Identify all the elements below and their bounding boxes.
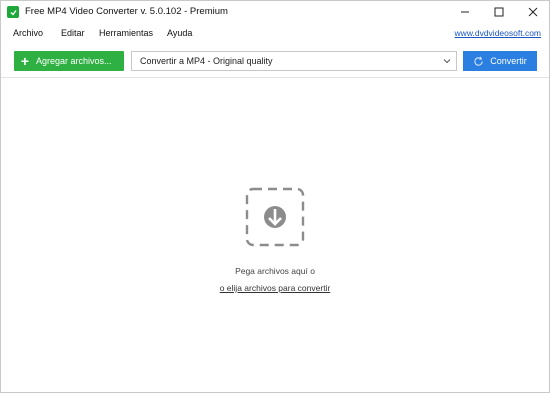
menu-item-editar[interactable]: Editar: [61, 28, 85, 38]
convert-button[interactable]: Convertir: [463, 51, 537, 71]
drop-area[interactable]: Pega archivos aquí o o elija archivos pa…: [1, 79, 549, 392]
drop-zone-box[interactable]: [245, 187, 305, 247]
choose-files-link[interactable]: o elija archivos para convertir: [220, 283, 331, 293]
format-dropdown-value: Convertir a MP4 - Original quality: [140, 56, 273, 66]
menu-item-ayuda[interactable]: Ayuda: [167, 28, 192, 38]
format-dropdown[interactable]: Convertir a MP4 - Original quality: [131, 51, 457, 71]
app-window: Free MP4 Video Converter v. 5.0.102 - Pr…: [0, 0, 550, 393]
drop-hint-text: Pega archivos aquí o: [235, 266, 315, 276]
title-bar: Free MP4 Video Converter v. 5.0.102 - Pr…: [1, 1, 549, 23]
menu-item-herramientas[interactable]: Herramientas: [99, 28, 153, 38]
maximize-icon: [494, 7, 503, 17]
refresh-icon: [474, 56, 483, 66]
chevron-down-icon: [438, 58, 456, 64]
close-icon: [528, 7, 537, 17]
choose-files-link-wrapper: o elija archivos para convertir: [1, 283, 549, 293]
add-files-button[interactable]: + Agregar archivos...: [14, 51, 124, 71]
window-title: Free MP4 Video Converter v. 5.0.102 - Pr…: [25, 6, 228, 17]
menu-bar: Archivo Editar Herramientas Ayuda www.dv…: [1, 25, 549, 43]
toolbar: + Agregar archivos... Convertir a MP4 - …: [1, 44, 549, 78]
close-button[interactable]: [516, 1, 549, 23]
minimize-button[interactable]: [448, 1, 481, 23]
app-logo-icon: [7, 6, 19, 18]
menu-item-archivo[interactable]: Archivo: [13, 28, 43, 38]
plus-icon: +: [20, 53, 30, 69]
minimize-icon: [460, 11, 469, 13]
convert-label: Convertir: [490, 56, 527, 66]
website-link[interactable]: www.dvdvideosoft.com: [455, 28, 541, 38]
download-arrow-icon: [245, 187, 305, 247]
maximize-button[interactable]: [482, 1, 515, 23]
add-files-label: Agregar archivos...: [36, 56, 112, 66]
